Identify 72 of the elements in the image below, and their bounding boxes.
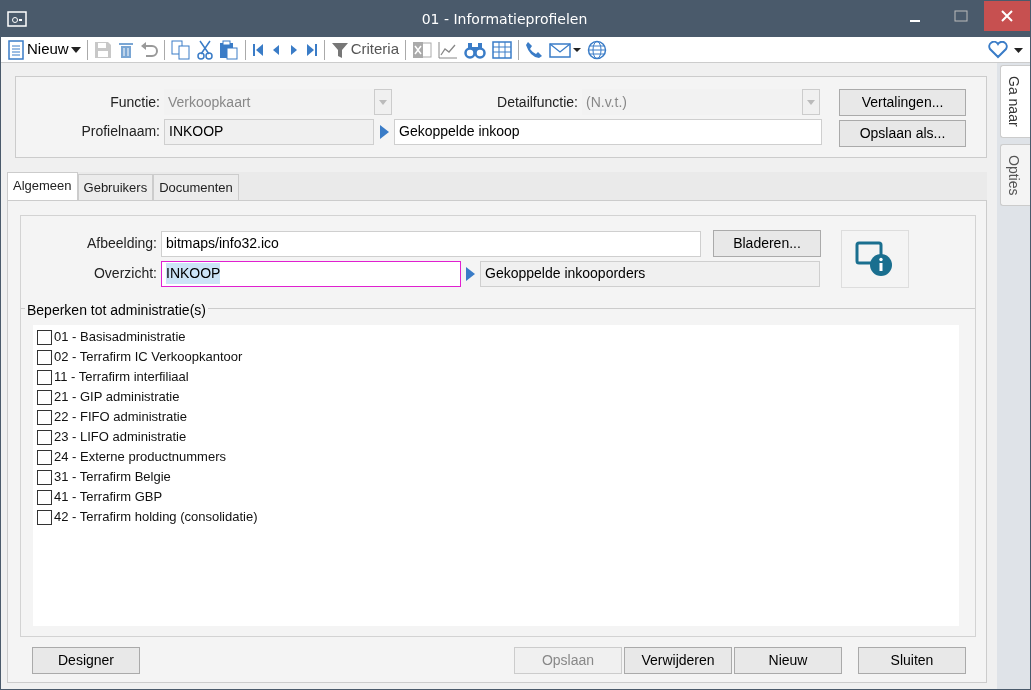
- delete-button[interactable]: Verwijderen: [624, 647, 732, 674]
- filter-icon: [330, 40, 349, 59]
- spreadsheet-icon[interactable]: [412, 40, 433, 59]
- checkbox[interactable]: [37, 349, 52, 365]
- checkbox-label: 24 - Externe productnummers: [54, 448, 226, 467]
- field-label: Profielnaam:: [80, 122, 161, 141]
- first-record-icon[interactable]: [251, 42, 264, 57]
- checkbox-label: 01 - Basisadministratie: [54, 328, 186, 347]
- new-button[interactable]: Nieuw: [734, 647, 842, 674]
- caret-icon: [379, 99, 387, 105]
- copy-icon[interactable]: [170, 39, 191, 60]
- last-record-icon[interactable]: [305, 42, 318, 57]
- translations-button[interactable]: Vertalingen...: [839, 89, 966, 116]
- checkbox[interactable]: [37, 489, 52, 505]
- checkbox-label: 42 - Terrafirm holding (consolidatie): [54, 508, 258, 527]
- checkbox[interactable]: [37, 409, 52, 425]
- checkbox[interactable]: [37, 449, 52, 465]
- checkbox-label: 11 - Terrafirm interfiliaal: [54, 368, 189, 387]
- criteria-button[interactable]: Criteria: [330, 38, 400, 61]
- overview-field[interactable]: INKOOP: [161, 260, 461, 287]
- checkbox-label: 22 - FIFO administratie: [54, 408, 187, 427]
- browse-button[interactable]: Bladeren...: [713, 230, 821, 257]
- globe-icon[interactable]: [587, 39, 608, 60]
- checkbox[interactable]: [37, 369, 52, 385]
- checkbox-label: 41 - Terrafirm GBP: [54, 488, 163, 507]
- favorites-menu-icon[interactable]: [988, 40, 1024, 59]
- checkbox-label: 23 - LIFO administratie: [54, 428, 187, 447]
- checkbox[interactable]: [37, 389, 52, 405]
- tab[interactable]: Gebruikers: [77, 173, 154, 200]
- close-form-button[interactable]: Sluiten: [858, 647, 966, 674]
- checkbox[interactable]: [37, 329, 52, 345]
- checkbox[interactable]: [37, 429, 52, 445]
- grid-icon[interactable]: [492, 40, 513, 59]
- link-arrow-icon[interactable]: [466, 266, 475, 281]
- field-label: Afbeelding:: [85, 234, 158, 253]
- side-tab[interactable]: Opties: [1000, 143, 1030, 207]
- close-button[interactable]: [984, 1, 1030, 31]
- close-icon: [1001, 10, 1013, 22]
- link-arrow-icon[interactable]: [380, 124, 389, 139]
- app-icon: [7, 11, 27, 27]
- window-title: 01 - Informatieprofielen: [420, 9, 589, 29]
- paste-icon[interactable]: [218, 39, 239, 60]
- window-info-icon: [855, 241, 895, 277]
- image-path-field[interactable]: bitmaps/info32.ico: [161, 230, 701, 257]
- linked-description-field[interactable]: Gekoppelde inkooporders: [480, 260, 820, 287]
- line-chart-icon[interactable]: [438, 40, 459, 59]
- checkbox[interactable]: [37, 509, 52, 525]
- checkbox-label: 21 - GIP administratie: [54, 388, 180, 407]
- undo-icon[interactable]: [139, 40, 158, 59]
- maximize-icon: [954, 10, 968, 22]
- tab[interactable]: Documenten: [153, 173, 239, 200]
- email-icon[interactable]: [549, 41, 582, 58]
- designer-button[interactable]: Designer: [32, 647, 140, 674]
- caret-icon: [70, 46, 81, 53]
- binoculars-icon[interactable]: [464, 40, 487, 59]
- field-label: Detailfunctie:: [496, 92, 579, 112]
- cut-icon[interactable]: [196, 39, 213, 60]
- profile-name-field[interactable]: INKOOP: [164, 118, 374, 145]
- minimize-icon: [910, 19, 920, 22]
- tab[interactable]: Algemeen: [7, 171, 78, 200]
- phone-icon[interactable]: [525, 40, 544, 59]
- linked-description-field[interactable]: Gekoppelde inkoop: [394, 118, 822, 145]
- checkbox-label: 31 - Terrafirm Belgie: [54, 468, 171, 487]
- checkbox[interactable]: [37, 469, 52, 485]
- field-label: Functie:: [109, 92, 161, 112]
- field-label: Overzicht:: [93, 264, 158, 283]
- save-as-button[interactable]: Opslaan als...: [839, 119, 966, 147]
- caret-icon: [807, 99, 815, 105]
- checkbox-label: 02 - Terrafirm IC Verkoopkantoor: [54, 348, 243, 367]
- new-button[interactable]: Nieuw: [7, 38, 81, 61]
- trash-icon[interactable]: [117, 40, 134, 59]
- side-tab[interactable]: Ga naar: [1000, 65, 1030, 138]
